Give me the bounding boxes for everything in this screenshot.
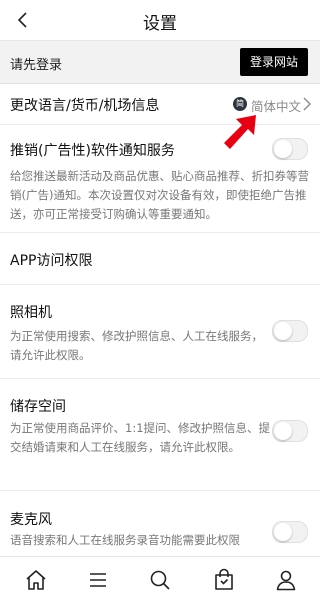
storage-permission-setting: 储存空间 为正常使用商品评价、1:1提问、修改护照信息、提交结婚请柬和人工在线服…: [0, 379, 320, 489]
microphone-setting-title: 麦克风: [10, 512, 52, 528]
header-bar: 设置: [0, 0, 320, 41]
camera-permission-setting: 照相机 为正常使用搜索、修改护照信息、人工在线服务，请允许此权限。: [0, 285, 320, 377]
login-button[interactable]: 登录网站: [240, 48, 308, 76]
storage-setting-description: 为正常使用商品评价、1:1提问、修改护照信息、提交结婚请柬和人工在线服务，请允许…: [10, 421, 271, 454]
camera-toggle[interactable]: [272, 320, 308, 342]
search-icon[interactable]: [148, 568, 172, 592]
divider: [0, 232, 320, 233]
camera-setting-title: 照相机: [10, 305, 52, 321]
ads-toggle[interactable]: [272, 138, 308, 160]
app-permissions-title: APP访问权限: [10, 253, 93, 269]
toggle-knob: [274, 140, 292, 158]
page-title: 设置: [143, 14, 177, 34]
language-currency-row[interactable]: 更改语言/货币/机场信息 简 简体中文: [0, 84, 320, 125]
language-row-label: 更改语言/货币/机场信息: [10, 98, 160, 114]
microphone-toggle[interactable]: [272, 521, 308, 543]
toggle-knob: [274, 523, 292, 541]
microphone-permission-setting: 麦克风 语音搜索和人工在线服务录音功能需要此权限: [0, 491, 320, 555]
storage-toggle[interactable]: [272, 420, 308, 442]
ads-setting-title: 推销(广告性)软件通知服务: [10, 143, 175, 159]
login-banner: 请先登录 登录网站: [0, 41, 320, 84]
toggle-knob: [274, 322, 292, 340]
shopping-bag-icon[interactable]: [212, 568, 236, 592]
ads-notification-setting: 推销(广告性)软件通知服务 给您推送最新活动及商品优惠、贴心商品推荐、折扣券等营…: [0, 124, 320, 230]
camera-setting-description: 为正常使用搜索、修改护照信息、人工在线服务，请允许此权限。: [10, 329, 263, 362]
toggle-knob: [274, 422, 292, 440]
menu-icon[interactable]: [86, 568, 110, 592]
home-icon[interactable]: [24, 568, 48, 592]
user-icon[interactable]: [274, 568, 298, 592]
ads-setting-description: 给您推送最新活动及商品优惠、贴心商品推荐、折扣券等营销(广告)通知。本次设置仅对…: [10, 169, 309, 221]
chevron-right-icon: [303, 97, 311, 111]
login-prompt: 请先登录: [10, 58, 63, 73]
microphone-setting-description: 语音搜索和人工在线服务录音功能需要此权限: [10, 533, 240, 547]
storage-setting-title: 储存空间: [10, 399, 66, 415]
bottom-navigation: [0, 556, 320, 602]
